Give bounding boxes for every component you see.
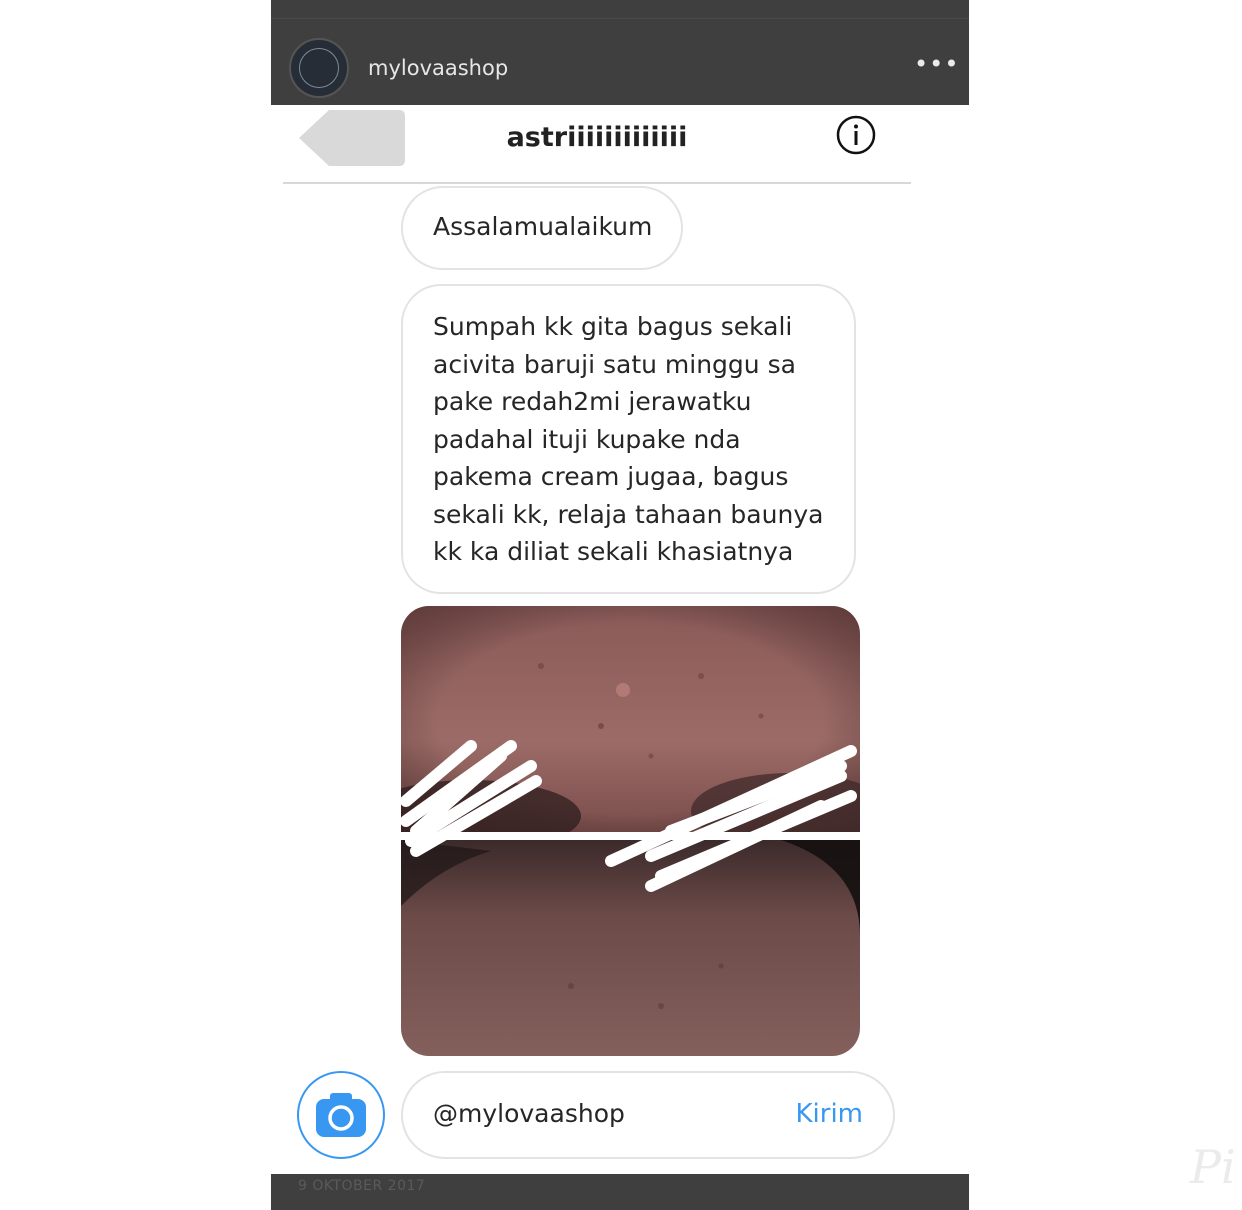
message-photo[interactable] <box>401 606 860 1056</box>
conversation-title: astriiiiiiiiiiiii <box>506 122 688 153</box>
send-button[interactable]: Kirim <box>795 1099 863 1129</box>
message-line: pakema cream jugaa, bagus <box>433 462 789 491</box>
camera-icon <box>316 1093 366 1137</box>
message-line: padahal ituji kupake nda <box>433 424 741 454</box>
message-bubble: Sumpah kk gita bagus sekali acivita baru… <box>401 284 856 594</box>
info-circle-icon[interactable] <box>836 115 876 155</box>
avatar[interactable] <box>289 38 349 98</box>
message-line: Sumpah kk gita bagus sekali <box>433 312 793 341</box>
message-input[interactable]: @mylovaashop Kirim <box>401 1071 895 1159</box>
message-line: sekali kk, relaja tahaan baunya <box>433 499 824 529</box>
avatar-logo <box>299 48 339 88</box>
message-text: Assalamualaikum <box>433 212 653 241</box>
footer-bar: 9 OKTOBER 2017 <box>271 1174 969 1210</box>
watermark: Pi <box>1190 1140 1236 1194</box>
post-date: 9 OKTOBER 2017 <box>298 1178 426 1194</box>
message-input-value[interactable]: @mylovaashop <box>433 1099 625 1128</box>
profile-header: mylovaashop ••• <box>271 0 969 105</box>
message-bubble: Assalamualaikum <box>401 186 683 270</box>
message-line: acivita baruji satu minggu sa <box>433 349 796 379</box>
message-line: kk ka diliat sekali khasiatnya <box>433 537 794 566</box>
profile-username[interactable]: mylovaashop <box>368 56 508 80</box>
more-horizontal-icon[interactable]: ••• <box>914 50 959 78</box>
header-divider <box>271 18 969 19</box>
camera-button[interactable] <box>297 1071 385 1159</box>
conversation-header: astriiiiiiiiiiiii <box>283 105 911 184</box>
message-line: pake redah2mi jerawatku <box>433 387 752 416</box>
skin-photo-illustration <box>401 606 860 1056</box>
